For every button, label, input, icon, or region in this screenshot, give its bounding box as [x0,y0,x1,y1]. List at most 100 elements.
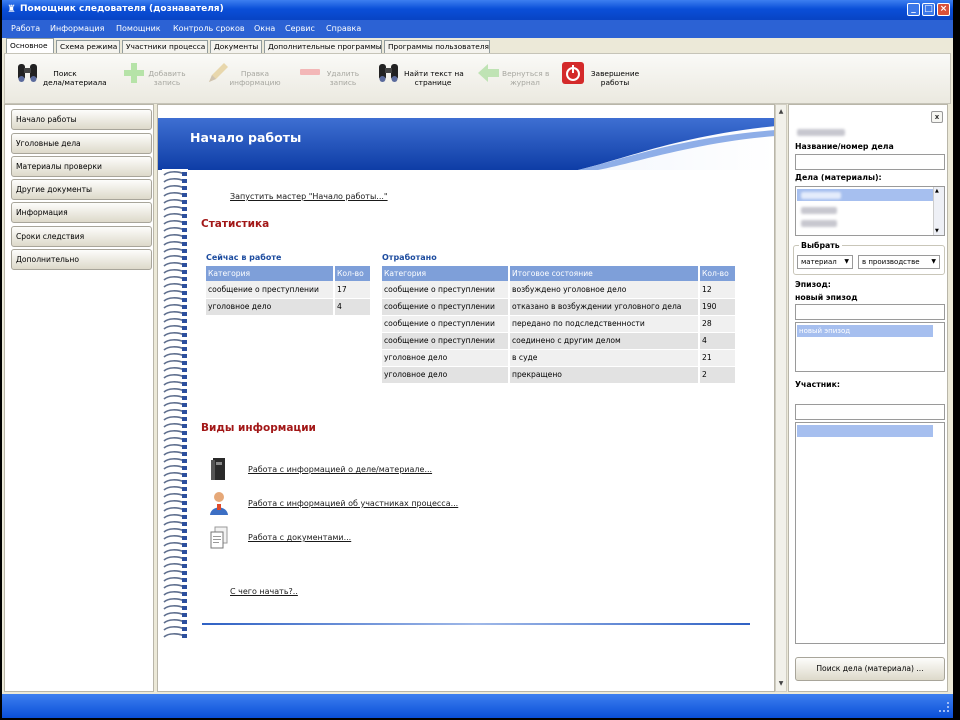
spiral-hole [182,326,187,330]
finish-label-1: Завершение [590,69,640,78]
episode-list-item[interactable]: новый эпизод [797,325,933,337]
spiral-hole [182,228,187,232]
table-row: уголовное дело 4 [206,298,372,316]
delete-record-button[interactable]: Удалить запись [297,60,371,100]
spiral-hole [182,242,187,246]
documents-link[interactable]: Работа с документами... [248,533,351,542]
table-cell: уголовное дело [382,366,510,384]
stats-title: Статистика [201,218,270,230]
tab-participants[interactable]: Участники процесса [122,40,208,53]
close-window-button[interactable]: × [937,3,950,16]
find-text-button[interactable]: Найти текст на странице [376,60,468,100]
list-scrollbar[interactable]: ▲ ▼ [933,187,944,235]
table-cell: сообщение о преступлении [382,332,510,350]
delete-record-label-1: Удалить [326,69,360,78]
search-case-button[interactable]: Поиск дела/материала [15,60,115,100]
menu-assistant[interactable]: Помощник [116,24,161,33]
spiral-hole [182,221,187,225]
nav-criminal-cases[interactable]: Уголовные дела [11,133,152,154]
case-name-input[interactable] [795,154,945,170]
table-cell: 2 [699,366,737,384]
tab-additional-programs[interactable]: Дополнительные программы [264,40,382,53]
spiral-hole [182,403,187,407]
episode-list[interactable]: новый эпизод [795,322,945,372]
current-title: Сейчас в работе [206,253,282,262]
spiral-hole [182,424,187,428]
table-cell: прекращено [509,366,700,384]
done-table: Категория Итоговое состояние Кол-во сооб… [382,266,737,384]
resize-grip-icon[interactable] [939,702,949,712]
scroll-up-icon[interactable]: ▲ [935,188,939,194]
pencil-icon [209,63,228,82]
menu-information[interactable]: Информация [50,24,104,33]
list-item-selected[interactable] [797,189,933,201]
type-combo[interactable]: материал ▼ [797,255,853,269]
spiral-hole [182,550,187,554]
menu-service[interactable]: Сервис [285,24,315,33]
type-combo-value: материал [801,258,837,266]
scroll-up-icon[interactable]: ▲ [776,107,786,117]
participants-info-link[interactable]: Работа с информацией об участниках проце… [248,499,458,508]
table-cell: уголовное дело [206,298,335,316]
getting-started-link[interactable]: С чего начать?.. [230,587,298,596]
scroll-down-icon[interactable]: ▼ [935,228,939,234]
spiral-hole [182,298,187,302]
tab-user-programs[interactable]: Программы пользователя [384,40,490,53]
spiral-hole [182,172,187,176]
spiral-hole [182,487,187,491]
nav-information[interactable]: Информация [11,202,152,223]
add-record-button[interactable]: Добавить запись [121,60,201,100]
close-panel-button[interactable]: x [931,111,943,123]
search-case-label-2: дела/материала [43,78,107,87]
status-combo[interactable]: в производстве ▼ [858,255,940,269]
spiral-hole [182,522,187,526]
table-row: сообщение о преступлении соединено с дру… [382,332,737,350]
back-to-journal-button[interactable]: Вернуться в журнал [476,60,556,100]
edit-info-button[interactable]: Правка информацию [205,60,289,100]
chevron-down-icon: ▼ [931,258,936,265]
spiral-hole [182,578,187,582]
spiral-hole [182,256,187,260]
spiral-hole [182,529,187,533]
table-cell: 4 [334,298,372,316]
spiral-hole [182,382,187,386]
case-info-link[interactable]: Работа с информацией о деле/материале... [248,465,432,474]
table-cell: возбуждено уголовное дело [509,281,700,299]
nav-additional[interactable]: Дополнительно [11,249,152,270]
participant-label: Участник: [795,380,841,389]
spiral-hole [182,606,187,610]
menu-windows[interactable]: Окна [254,24,275,33]
maximize-button[interactable]: □ [922,3,935,16]
scroll-down-icon[interactable]: ▼ [776,679,786,689]
nav-inspection-materials[interactable]: Материалы проверки [11,156,152,177]
back-label-2: журнал [510,78,540,87]
edit-info-label-2: информацию [229,78,281,87]
back-label-1: Вернуться в [502,69,550,78]
cases-list[interactable]: ▲ ▼ [795,186,945,236]
back-arrow-icon [478,64,499,82]
tab-mode-scheme[interactable]: Схема режима [56,40,120,53]
nav-other-documents[interactable]: Другие документы [11,179,152,200]
table-cell: соединено с другим делом [509,332,700,350]
participant-input[interactable] [795,404,945,420]
minimize-button[interactable]: _ [907,3,920,16]
delete-record-label-2: запись [329,78,357,87]
wizard-link[interactable]: Запустить мастер "Начало работы..." [230,192,388,201]
participant-list-item[interactable] [797,425,933,437]
participant-list[interactable] [795,422,945,644]
main-content: Начало работы Запустить мастер "Начало р… [157,104,775,692]
spiral-hole [182,389,187,393]
finish-work-button[interactable]: Завершение работы [560,60,644,100]
menu-deadlines[interactable]: Контроль сроков [173,24,245,33]
episode-input[interactable] [795,304,945,320]
menu-help[interactable]: Справка [326,24,361,33]
search-case-panel-button[interactable]: Поиск дела (материала) ... [795,657,945,681]
menu-work[interactable]: Работа [11,24,40,33]
nav-start[interactable]: Начало работы [11,109,152,130]
center-scrollbar[interactable]: ▲ ▼ [775,104,787,692]
nav-investigation-terms[interactable]: Сроки следствия [11,226,152,247]
toolbar: Поиск дела/материала Добавить запись Пра… [4,53,951,104]
tab-main[interactable]: Основное [6,38,54,53]
tab-documents[interactable]: Документы [210,40,262,53]
case-file-icon [211,458,225,480]
